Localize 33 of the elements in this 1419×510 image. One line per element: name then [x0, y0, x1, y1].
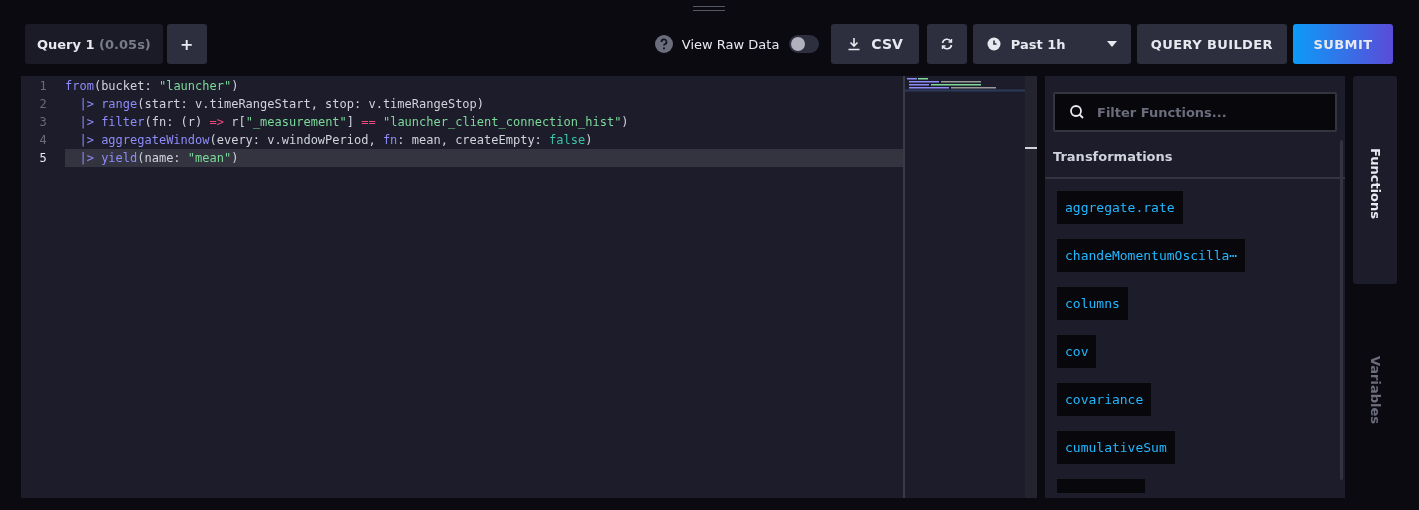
function-item[interactable]: aggregate.rate [1057, 191, 1183, 224]
submit-button[interactable]: SUBMIT [1293, 24, 1393, 64]
caret-icon [1106, 41, 1117, 47]
code-line: from(bucket: "launcher") [65, 78, 240, 95]
refresh-icon [939, 37, 954, 51]
side-tab[interactable]: Variables [1353, 284, 1397, 492]
view-raw-data-label: View Raw Data [681, 36, 780, 52]
csv-download-button[interactable]: CSV [831, 24, 919, 64]
code-line: |> range(start: v.timeRangeStart, stop: v.timeRangeStop) [78, 96, 486, 113]
clock-icon [986, 37, 1001, 51]
code-line: |> filter(fn: (r) => r["_measurement"] == "launcher_client_connection_hist") [78, 114, 630, 131]
download-icon [847, 37, 862, 51]
resize-handle[interactable] [693, 6, 725, 11]
line-number: 1 [38, 79, 48, 93]
time-range-dropdown[interactable]: Past 1h [972, 24, 1131, 64]
code-line: |> aggregateWindow(every: v.windowPeriod, fn: mean, createEmpty: false) [78, 132, 594, 149]
raw-data-toggle[interactable] [789, 35, 820, 53]
line-number: 3 [38, 115, 48, 129]
function-item[interactable]: cov [1057, 335, 1097, 368]
query-builder-button[interactable]: QUERY BUILDER [1136, 24, 1287, 64]
function-item[interactable]: columns [1057, 287, 1128, 320]
add-query-button[interactable]: + [166, 24, 207, 64]
refresh-button[interactable] [926, 24, 967, 64]
filter-functions-field[interactable]: Filter Functions... [1053, 92, 1337, 132]
function-item[interactable]: covariance [1057, 383, 1152, 416]
line-number: 2 [38, 97, 48, 111]
side-tab[interactable]: Functions [1353, 76, 1397, 284]
query-tab[interactable]: Query 1 (0.05s) [25, 24, 163, 64]
function-item[interactable]: cumulativeSum [1057, 431, 1175, 464]
help-icon[interactable] [654, 35, 673, 53]
function-item[interactable]: chandeMomentumOscilla⋯ [1057, 239, 1246, 272]
line-number: 5 [38, 151, 48, 165]
line-number: 4 [38, 133, 48, 147]
